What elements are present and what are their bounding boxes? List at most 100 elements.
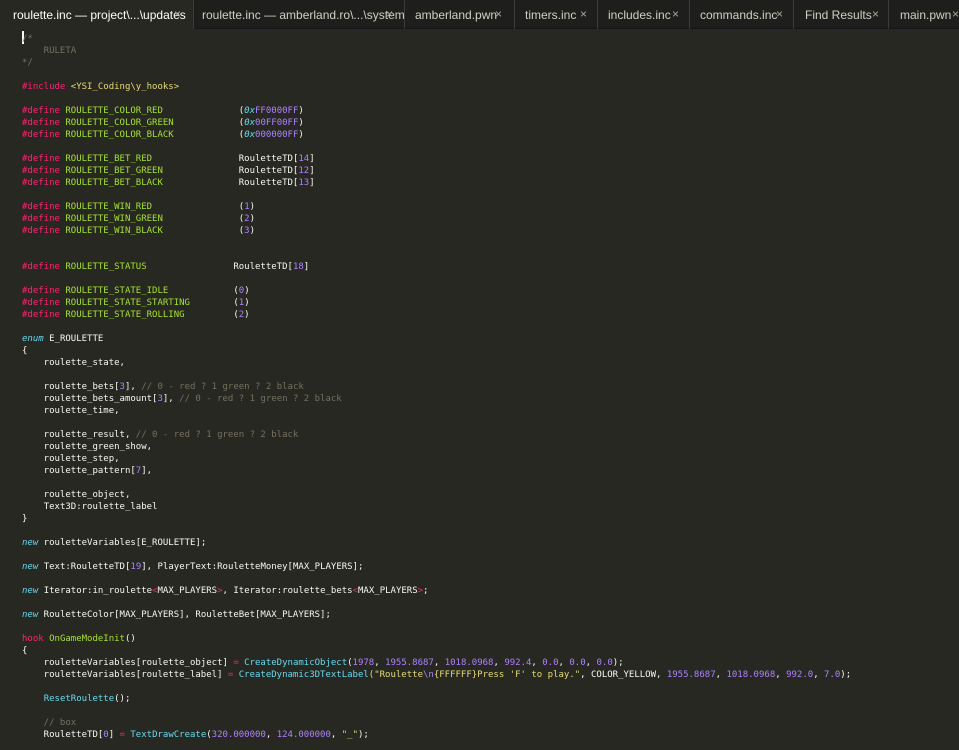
code-token: { bbox=[22, 646, 28, 656]
code-line: #define ROULETTE_STATE_IDLE (0) bbox=[22, 285, 250, 297]
code-token: , bbox=[585, 658, 597, 668]
code-token: , bbox=[433, 658, 445, 668]
code-token: ] bbox=[108, 730, 120, 740]
code-token: ( bbox=[152, 202, 245, 212]
code-token: ], bbox=[141, 466, 153, 476]
code-token: ] bbox=[303, 262, 310, 272]
close-icon[interactable]: × bbox=[872, 7, 879, 21]
close-icon[interactable]: × bbox=[386, 7, 393, 21]
code-token: ) bbox=[249, 226, 256, 236]
code-line: #define ROULETTE_STATE_STARTING (1) bbox=[22, 297, 250, 309]
code-token: Text3D bbox=[43, 502, 77, 512]
code-line: } bbox=[22, 513, 27, 525]
tab-find-results[interactable]: Find Results × bbox=[794, 0, 889, 29]
tab-commands-inc[interactable]: commands.inc × bbox=[690, 0, 794, 29]
code-token: ], bbox=[141, 562, 158, 572]
code-line: #define ROULETTE_STATUS RouletteTD[18] bbox=[22, 261, 309, 273]
code-token: ] bbox=[309, 178, 315, 188]
code-line: rouletteVariables[roulette_label] = Crea… bbox=[22, 669, 851, 681]
code-token: ROULETTE_COLOR_RED bbox=[59, 106, 163, 116]
code-line: roulette_time, bbox=[22, 405, 120, 417]
code-token: */ bbox=[22, 58, 33, 68]
code-line: #define ROULETTE_WIN_BLACK (3) bbox=[22, 225, 255, 237]
code-token: ); bbox=[612, 658, 624, 668]
code-token: ) bbox=[298, 130, 304, 140]
close-icon[interactable]: × bbox=[580, 7, 587, 21]
code-token: PlayerText bbox=[157, 562, 212, 572]
code-token: Iterator bbox=[43, 586, 88, 596]
code-token: #define bbox=[22, 286, 60, 296]
code-token: 992.0 bbox=[786, 670, 814, 680]
code-token: #define bbox=[22, 202, 60, 212]
code-token: roulette_object, bbox=[22, 490, 131, 500]
code-token: 0.0 bbox=[596, 658, 613, 668]
tab-roulette-inc-updates[interactable]: roulette.inc — project\...\updates × bbox=[0, 0, 194, 29]
code-line: #define ROULETTE_BET_GREEN RouletteTD[12… bbox=[22, 165, 315, 177]
code-token: , bbox=[715, 670, 727, 680]
code-token: ) bbox=[298, 106, 304, 116]
code-line: #define ROULETTE_STATE_ROLLING (2) bbox=[22, 309, 250, 321]
code-token: ROULETTE_COLOR_BLACK bbox=[59, 130, 174, 140]
code-token: E_ROULETTE bbox=[43, 334, 104, 344]
tab-main-pwn[interactable]: main.pwn × bbox=[889, 0, 959, 29]
code-token: new bbox=[22, 538, 39, 548]
code-token: rouletteVariables[E_ROULETTE]; bbox=[38, 538, 207, 548]
code-token: ) bbox=[249, 202, 256, 212]
code-line: ResetRoulette(); bbox=[22, 693, 131, 705]
code-token: CreateDynamicObject bbox=[244, 658, 348, 668]
close-icon[interactable]: × bbox=[952, 7, 959, 21]
code-token: 19 bbox=[130, 562, 142, 572]
code-token: /* bbox=[22, 34, 33, 44]
code-line: new Text:RouletteTD[19], PlayerText:Roul… bbox=[22, 561, 363, 573]
code-line: #define ROULETTE_WIN_RED (1) bbox=[22, 201, 255, 213]
tab-amberland-pwn[interactable]: amberland.pwn × bbox=[405, 0, 515, 29]
code-token: #define bbox=[22, 262, 60, 272]
code-token: , bbox=[775, 670, 787, 680]
code-token: ROULETTE_WIN_GREEN bbox=[59, 214, 163, 224]
code-token: roulette_pattern[ bbox=[22, 466, 136, 476]
code-token: ) bbox=[244, 310, 250, 320]
code-token: , bbox=[374, 658, 386, 668]
close-icon[interactable]: × bbox=[776, 7, 783, 21]
code-token: enum bbox=[22, 334, 44, 344]
code-token: CreateDynamic3DTextLabel bbox=[238, 670, 369, 680]
tab-includes-inc[interactable]: includes.inc × bbox=[598, 0, 690, 29]
code-token: roulette_bets_amount[ bbox=[22, 394, 158, 404]
code-token: #define bbox=[22, 226, 60, 236]
code-line: rouletteVariables[roulette_object] = Cre… bbox=[22, 657, 624, 669]
code-token: ], bbox=[124, 382, 142, 392]
code-token: ) bbox=[249, 214, 256, 224]
tab-bar: roulette.inc — project\...\updates × rou… bbox=[0, 0, 959, 29]
tab-label: amberland.pwn bbox=[415, 8, 498, 22]
close-icon[interactable]: × bbox=[672, 7, 679, 21]
code-token: :roulette_label bbox=[76, 502, 158, 512]
code-token: ResetRoulette bbox=[43, 694, 115, 704]
code-token: \n bbox=[422, 670, 434, 680]
code-token: roulette_state, bbox=[22, 358, 125, 368]
code-token: // box bbox=[22, 718, 77, 728]
code-token: 1978 bbox=[352, 658, 375, 668]
close-icon[interactable]: × bbox=[495, 7, 502, 21]
code-token: 0x bbox=[244, 106, 256, 116]
code-token: 14 bbox=[298, 154, 310, 164]
tab-timers-inc[interactable]: timers.inc × bbox=[515, 0, 598, 29]
code-token: , bbox=[813, 670, 825, 680]
code-token: ( bbox=[168, 286, 239, 296]
code-token: ( bbox=[173, 130, 245, 140]
code-token: ROULETTE_WIN_BLACK bbox=[59, 226, 163, 236]
code-token: roulette_result, bbox=[22, 430, 136, 440]
code-token: 0.0 bbox=[542, 658, 559, 668]
code-line: enum E_ROULETTE bbox=[22, 333, 103, 345]
code-token: 000000FF bbox=[255, 130, 299, 140]
code-line: new Iterator:in_roulette<MAX_PLAYERS>, I… bbox=[22, 585, 428, 597]
code-token: RouletteTD[ bbox=[146, 262, 293, 272]
code-token: #define bbox=[22, 214, 60, 224]
close-icon[interactable]: × bbox=[174, 7, 181, 21]
code-token: ROULETTE_STATUS bbox=[59, 262, 147, 272]
code-token: ( bbox=[162, 226, 245, 236]
code-token: #define bbox=[22, 118, 60, 128]
code-token: RULETA bbox=[22, 46, 77, 56]
tab-roulette-inc-system[interactable]: roulette.inc — amberland.ro\...\system × bbox=[194, 0, 405, 29]
